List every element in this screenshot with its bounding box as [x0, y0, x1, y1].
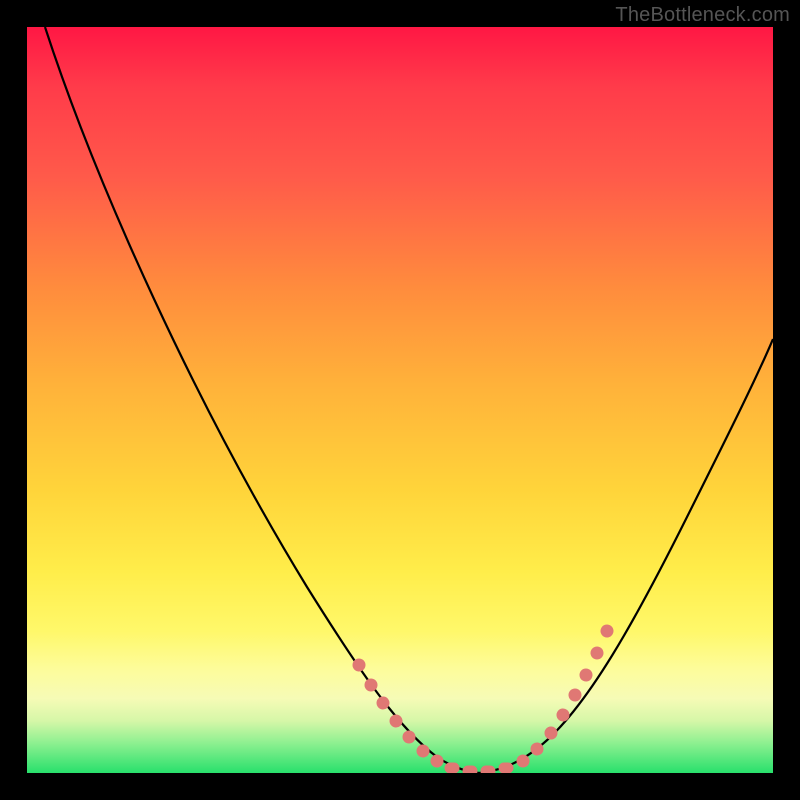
curve-left-branch [45, 27, 479, 773]
chart-stage: TheBottleneck.com [0, 0, 800, 800]
bead-icon [463, 766, 477, 773]
curve-right-branch [479, 339, 773, 773]
bead-icon [499, 763, 513, 773]
bead-icon [578, 667, 595, 684]
beads-right-group [515, 623, 615, 769]
bead-icon [445, 763, 459, 773]
bead-icon [429, 753, 445, 769]
bead-icon [589, 645, 605, 661]
beads-bottom-group [445, 763, 513, 773]
bead-icon [599, 623, 615, 639]
curve-layer [27, 27, 773, 773]
bead-icon [543, 725, 560, 742]
plot-area [27, 27, 773, 773]
bead-icon [388, 713, 405, 730]
bead-icon [415, 743, 432, 760]
bead-icon [555, 707, 572, 724]
bead-icon [481, 766, 495, 773]
watermark-text: TheBottleneck.com [615, 4, 790, 27]
bead-icon [401, 729, 418, 746]
